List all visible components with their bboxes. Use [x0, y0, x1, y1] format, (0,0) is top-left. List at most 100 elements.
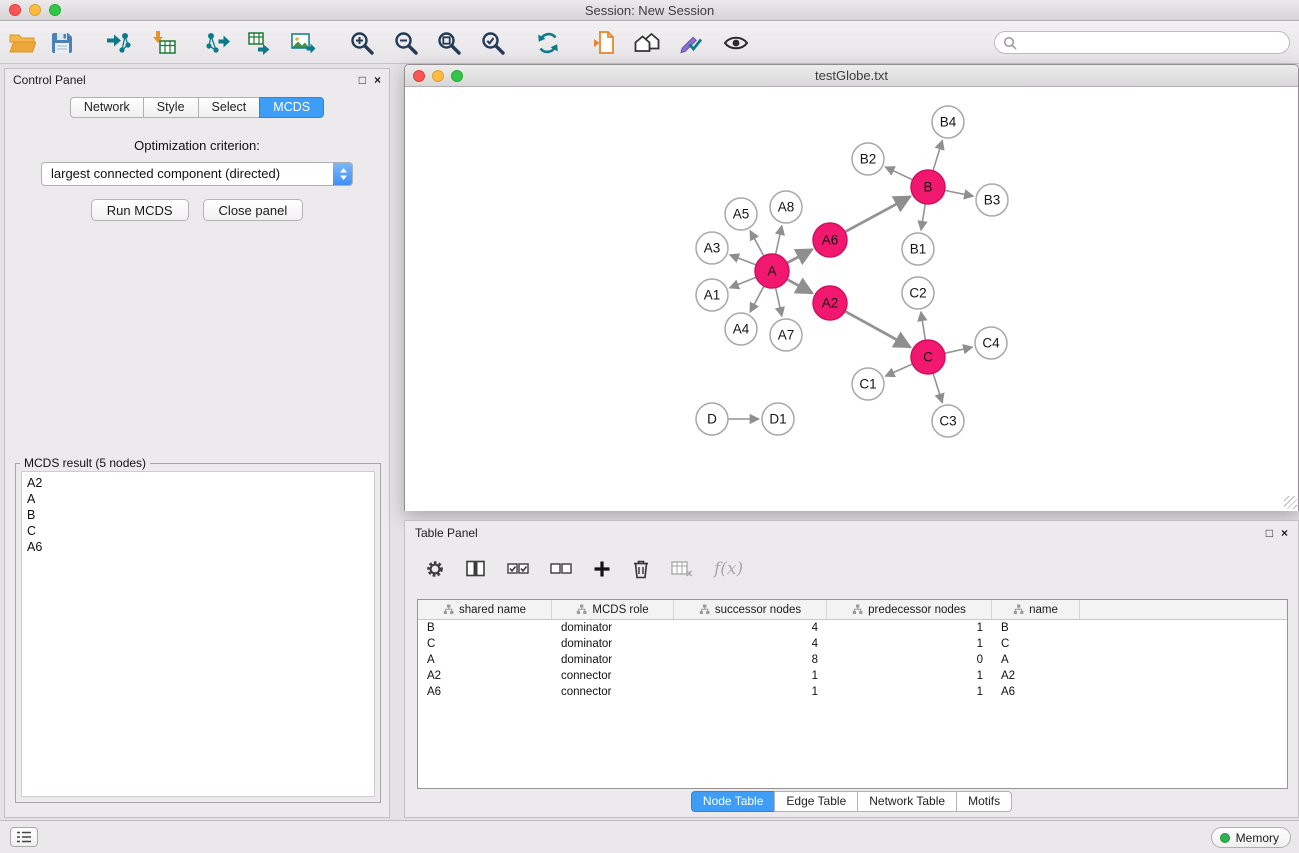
tab-select[interactable]: Select	[198, 97, 261, 118]
edge-A-A3[interactable]	[730, 255, 756, 265]
table-row[interactable]: Cdominator41C	[418, 636, 1287, 652]
column-header-mcds-role[interactable]: MCDS role	[552, 600, 674, 619]
graph-node-A[interactable]: A	[755, 254, 789, 288]
table-row[interactable]: Bdominator41B	[418, 620, 1287, 636]
column-header-successor-nodes[interactable]: successor nodes	[674, 600, 827, 619]
graph-node-C2[interactable]: C2	[902, 277, 934, 309]
close-window-button[interactable]	[9, 4, 21, 16]
column-header-predecessor-nodes[interactable]: predecessor nodes	[827, 600, 992, 619]
graph-node-D[interactable]: D	[696, 403, 728, 435]
zoom-selected-button[interactable]	[475, 25, 511, 61]
search-box[interactable]	[994, 31, 1290, 54]
table-row[interactable]: A2connector11A2	[418, 668, 1287, 684]
edge-B-B1[interactable]	[921, 204, 925, 230]
table-row[interactable]: Adominator80A	[418, 652, 1287, 668]
apply-layout-button[interactable]	[530, 25, 566, 61]
zoom-in-button[interactable]	[344, 25, 380, 61]
home-button[interactable]	[629, 25, 665, 61]
close-panel-icon[interactable]: ×	[374, 74, 381, 86]
graph-node-A2[interactable]: A2	[813, 286, 847, 320]
table-float-panel-icon[interactable]: □	[1266, 527, 1273, 539]
memory-button[interactable]: Memory	[1211, 827, 1291, 848]
table-close-panel-icon[interactable]: ×	[1281, 527, 1288, 539]
search-input[interactable]	[1022, 36, 1281, 50]
edge-B-B3[interactable]	[945, 190, 974, 196]
annotation-check-button[interactable]	[673, 25, 709, 61]
document-button[interactable]	[587, 25, 623, 61]
mcds-result-list[interactable]: A2ABCA6	[21, 471, 375, 797]
edge-C-C2[interactable]	[921, 312, 926, 340]
tab-network[interactable]: Network	[70, 97, 144, 118]
titlebar[interactable]: Session: New Session	[0, 0, 1299, 21]
run-mcds-button[interactable]: Run MCDS	[91, 199, 189, 221]
export-table-button[interactable]	[242, 25, 278, 61]
window-resize-handle[interactable]	[1284, 496, 1297, 509]
mcds-result-item[interactable]: A	[27, 491, 369, 507]
zoom-fit-button[interactable]	[431, 25, 467, 61]
graph-node-A6[interactable]: A6	[813, 223, 847, 257]
zoom-window-button[interactable]	[49, 4, 61, 16]
graph-node-C4[interactable]: C4	[975, 327, 1007, 359]
graph-node-A8[interactable]: A8	[770, 191, 802, 223]
graph-node-B4[interactable]: B4	[932, 106, 964, 138]
import-table-button[interactable]	[146, 25, 182, 61]
edge-A2-C[interactable]	[845, 311, 911, 347]
graph-node-A1[interactable]: A1	[696, 279, 728, 311]
create-column-button[interactable]	[593, 560, 611, 578]
minimize-window-button[interactable]	[29, 4, 41, 16]
tab-style[interactable]: Style	[143, 97, 199, 118]
show-columns-button[interactable]	[466, 560, 486, 578]
tab-edge-table[interactable]: Edge Table	[774, 791, 858, 812]
close-panel-action-button[interactable]: Close panel	[203, 199, 304, 221]
tab-motifs[interactable]: Motifs	[956, 791, 1012, 812]
network-graph[interactable]: A A6 A2 B C A5 A8 A3 A1A4 A7 B4 B2 B3 B1 C2 C1 C4 C3 D D1	[405, 88, 1298, 511]
edge-A-A7[interactable]	[776, 288, 782, 317]
criterion-dropdown[interactable]: largest connected component (directed)	[41, 162, 353, 186]
export-network-button[interactable]	[200, 25, 236, 61]
graph-node-B[interactable]: B	[911, 170, 945, 204]
delete-column-button[interactable]	[632, 559, 650, 579]
graph-node-A7[interactable]: A7	[770, 319, 802, 351]
edge-A-A2[interactable]	[787, 279, 813, 293]
edge-A-A5[interactable]	[750, 231, 764, 256]
node-table[interactable]: shared nameMCDS rolesuccessor nodesprede…	[417, 599, 1288, 789]
network-close-button[interactable]	[413, 70, 425, 82]
column-header-name[interactable]: name	[992, 600, 1080, 619]
graph-node-A4[interactable]: A4	[725, 313, 757, 345]
column-header-shared-name[interactable]: shared name	[418, 600, 552, 619]
graph-node-A3[interactable]: A3	[696, 232, 728, 264]
network-window-titlebar[interactable]: testGlobe.txt	[405, 65, 1298, 87]
edge-B-B2[interactable]	[885, 167, 912, 180]
mcds-result-item[interactable]: A6	[27, 539, 369, 555]
export-image-button[interactable]	[285, 25, 321, 61]
tab-mcds[interactable]: MCDS	[259, 97, 324, 118]
table-row[interactable]: A6connector11A6	[418, 684, 1287, 700]
edge-C-C4[interactable]	[945, 347, 973, 353]
deselect-all-columns-button[interactable]	[550, 560, 572, 578]
open-session-button[interactable]	[4, 25, 40, 61]
edge-A6-B[interactable]	[845, 197, 910, 232]
graph-node-C3[interactable]: C3	[932, 405, 964, 437]
graph-node-B3[interactable]: B3	[976, 184, 1008, 216]
task-history-button[interactable]	[10, 827, 38, 847]
graph-node-C1[interactable]: C1	[852, 368, 884, 400]
function-builder-button[interactable]: f(x)	[714, 559, 743, 579]
graph-node-B2[interactable]: B2	[852, 143, 884, 175]
network-zoom-button[interactable]	[451, 70, 463, 82]
graph-node-C[interactable]: C	[911, 340, 945, 374]
graph-node-A5[interactable]: A5	[725, 198, 757, 230]
table-settings-button[interactable]	[425, 559, 445, 579]
network-minimize-button[interactable]	[432, 70, 444, 82]
graph-node-B1[interactable]: B1	[902, 233, 934, 265]
show-graphics-button[interactable]	[718, 25, 754, 61]
mcds-result-item[interactable]: B	[27, 507, 369, 523]
import-network-button[interactable]	[100, 25, 136, 61]
select-all-columns-button[interactable]	[507, 560, 529, 578]
graph-node-D1[interactable]: D1	[762, 403, 794, 435]
tab-network-table[interactable]: Network Table	[857, 791, 957, 812]
tab-node-table[interactable]: Node Table	[691, 791, 776, 812]
edge-A-A8[interactable]	[776, 226, 782, 255]
zoom-out-button[interactable]	[388, 25, 424, 61]
edge-C-C3[interactable]	[933, 373, 942, 403]
save-session-button[interactable]	[44, 25, 80, 61]
